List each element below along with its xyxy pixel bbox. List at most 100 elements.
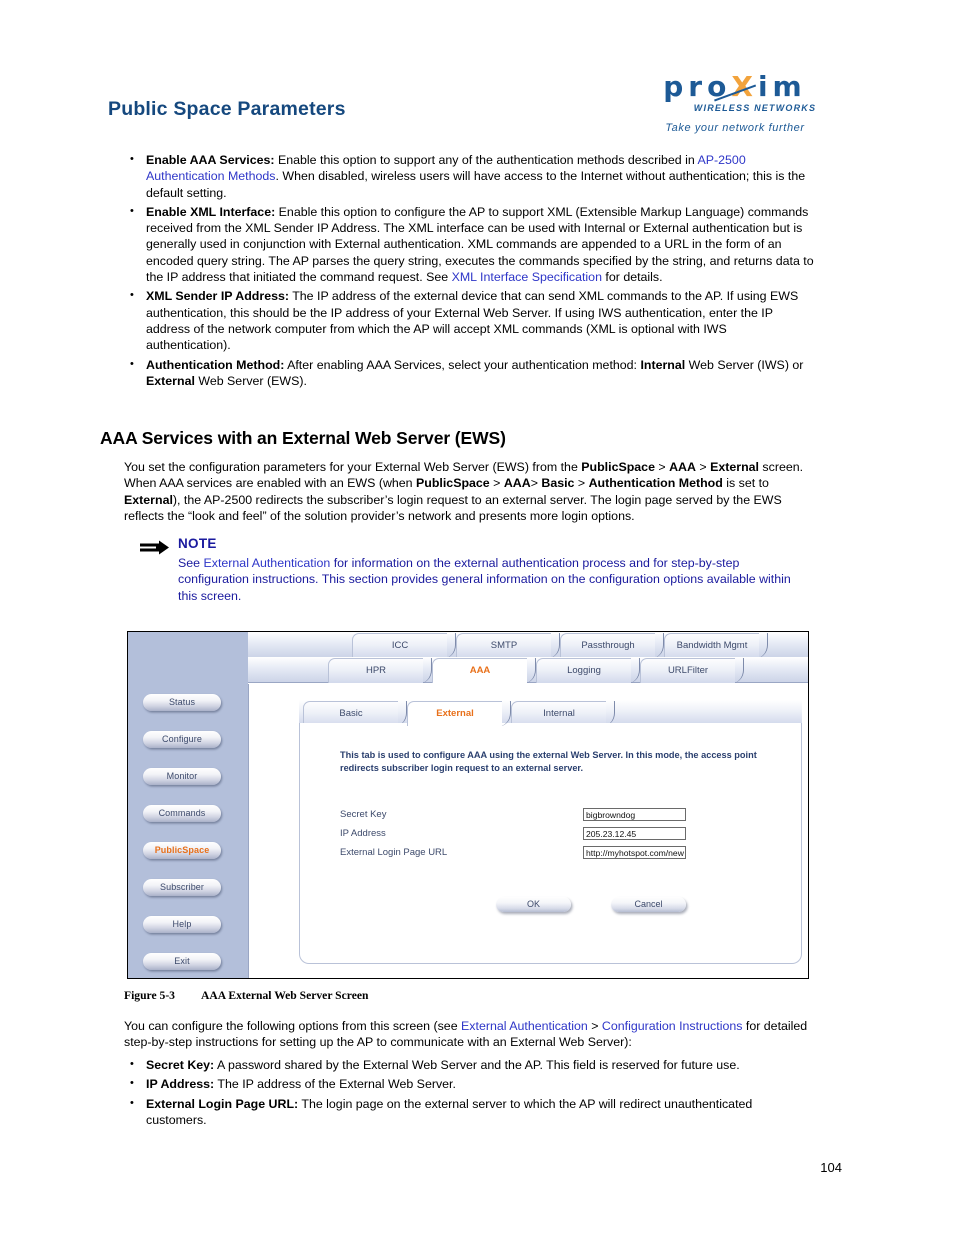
bullet-item: Authentication Method: After enabling AA… [124, 356, 814, 390]
text-run: See [178, 556, 204, 570]
tab-label: Logging [567, 665, 601, 676]
tab-label: SMTP [490, 640, 518, 651]
text-run: A password shared by the External Web Se… [214, 1058, 740, 1072]
tab-icc[interactable]: ICC [352, 633, 456, 658]
tab-logging[interactable]: Logging [536, 658, 640, 683]
bullet-term: Secret Key: [146, 1058, 215, 1072]
sidebar-item-monitor[interactable]: Monitor [143, 768, 221, 785]
text-run: Enable this option to support any of the… [274, 153, 698, 167]
text-run: Web Server (IWS) or [685, 357, 804, 372]
bullet-item: Secret Key: A password shared by the Ext… [124, 1056, 814, 1073]
figure-aaa-external-screen: Status Configure Monitor Commands PublicSpac… [127, 631, 809, 979]
bold-run: External [710, 460, 759, 474]
tab-label: Bandwidth Mgmt [676, 640, 748, 651]
cross-reference-link[interactable]: XML Interface Specification [452, 270, 602, 284]
card-description: This tab is used to configure AAA using … [340, 750, 757, 773]
tab-tail-icon [734, 658, 746, 683]
tab-label: URLFilter [667, 665, 709, 676]
tab-aaa[interactable]: AAA [432, 658, 536, 683]
inner-tab-external[interactable]: External [407, 701, 511, 726]
tab-label: ICC [391, 640, 409, 651]
tab-row-1: ICC SMTP Passthrough Bandwidth Mgmt [248, 632, 808, 658]
text-run: > [530, 476, 542, 491]
app-sidebar: Status Configure Monitor Commands PublicSpac… [128, 632, 248, 978]
sidebar-item-exit[interactable]: Exit [143, 953, 221, 970]
bullet-term: Authentication Method: [146, 357, 285, 372]
bullet-term: XML Sender IP Address: [146, 289, 289, 304]
tab-tail-icon [758, 633, 770, 658]
tab-passthrough[interactable]: Passthrough [560, 633, 664, 658]
bold-run: Internal [640, 357, 686, 372]
text-run: You set the configuration parameters for… [124, 460, 582, 474]
after-figure-paragraph: You can configure the following options … [124, 1018, 814, 1051]
page-number: 104 [820, 1160, 842, 1175]
field-label-secret-key: Secret Key [340, 809, 387, 820]
text-run: for details. [601, 270, 663, 285]
figure-caption-number: Figure 5-3 [124, 989, 175, 1002]
bold-run: External [146, 373, 195, 388]
input-ip-address[interactable]: 205.23.12.45 [583, 827, 686, 840]
app-tab-bars: ICC SMTP Passthrough Bandwidth Mgmt HPR AAA L… [248, 632, 808, 684]
tab-label: Passthrough [581, 640, 635, 651]
sidebar-item-commands[interactable]: Commands [143, 805, 221, 822]
logo-tagline: Take your network further [665, 122, 805, 134]
sidebar-item-configure[interactable]: Configure [143, 731, 221, 748]
tab-bandwidth-mgmt[interactable]: Bandwidth Mgmt [664, 633, 768, 658]
page-header: Public Space Parameters proXim WIRELESS … [0, 0, 954, 145]
bold-run: AAA [669, 460, 696, 474]
bullet-item: IP Address: The IP address of the Extern… [124, 1075, 814, 1092]
note-label: NOTE [178, 536, 217, 551]
figure-caption-text: AAA External Web Server Screen [200, 989, 369, 1002]
cancel-button[interactable]: Cancel [611, 897, 686, 912]
proxim-logo: proXim WIRELESS NETWORKS Take your netwo… [640, 72, 830, 135]
bullet-term: Enable AAA Services: [146, 153, 275, 167]
text-run: is set to [722, 476, 769, 491]
tab-urlfilter[interactable]: URLFilter [640, 658, 744, 683]
note-body: See External Authentication for informat… [178, 555, 808, 604]
tab-label: Basic [339, 708, 363, 719]
text-run: ), the AP-2500 redirects the subscriber’… [124, 492, 782, 523]
bullet-item: Enable AAA Services: Enable this option … [124, 151, 814, 201]
text-run: > [695, 460, 711, 474]
cross-reference-link[interactable]: External Authentication [204, 556, 331, 570]
logo-word-im: im [757, 70, 807, 103]
ap2500-web-ui: Status Configure Monitor Commands PublicSpac… [128, 632, 808, 978]
bold-run: External [124, 492, 173, 507]
bold-run: PublicSpace [581, 460, 655, 474]
bold-run: PublicSpace [416, 476, 490, 491]
bullet-term: IP Address: [146, 1077, 215, 1092]
after-figure-bullet-list: Secret Key: A password shared by the Ext… [124, 1056, 814, 1131]
bullet-term: Enable XML Interface: [146, 204, 276, 219]
text-run: After enabling AAA Services, select your… [284, 357, 641, 372]
text-run: > [654, 460, 670, 474]
field-label-external-login-page-url: External Login Page URL [340, 847, 448, 858]
sidebar-item-status[interactable]: Status [143, 694, 221, 711]
text-run: Web Server (EWS). [194, 373, 307, 388]
tab-label: HPR [365, 665, 387, 676]
cross-reference-link[interactable]: Configuration Instructions [602, 1019, 743, 1033]
sidebar-item-help[interactable]: Help [143, 916, 221, 933]
tab-label: AAA [469, 665, 491, 676]
tab-label: Internal [543, 708, 575, 719]
text-run: The IP address of the External Web Serve… [214, 1077, 456, 1092]
input-external-login-page-url[interactable]: http://myhotspot.com/new [583, 846, 686, 859]
bullet-item: Enable XML Interface: Enable this option… [124, 203, 814, 285]
sidebar-item-publicspace[interactable]: PublicSpace [143, 842, 221, 859]
tab-tail-icon [501, 701, 513, 726]
note-block: NOTE See External Authentication for inf… [140, 536, 810, 604]
cross-reference-link[interactable]: External Authentication [461, 1019, 588, 1033]
input-secret-key[interactable]: bigbrowndog [583, 808, 686, 821]
tab-tail-icon [526, 658, 538, 683]
figure-caption: Figure 5-3 AAA External Web Server Screen [124, 989, 368, 1002]
text-run: You can configure the following options … [124, 1019, 462, 1033]
page-title: Public Space Parameters [108, 98, 346, 120]
bullet-item: XML Sender IP Address: The IP address of… [124, 287, 814, 353]
ok-button[interactable]: OK [496, 897, 571, 912]
tab-smtp[interactable]: SMTP [456, 633, 560, 658]
section-heading: AAA Services with an External Web Server… [100, 428, 506, 448]
tab-hpr[interactable]: HPR [328, 658, 432, 683]
sidebar-item-subscriber[interactable]: Subscriber [143, 879, 221, 896]
bold-run: AAA [503, 476, 531, 491]
bullet-term: External Login Page URL: [146, 1096, 299, 1111]
logo-wordmark: proXim [645, 72, 825, 102]
